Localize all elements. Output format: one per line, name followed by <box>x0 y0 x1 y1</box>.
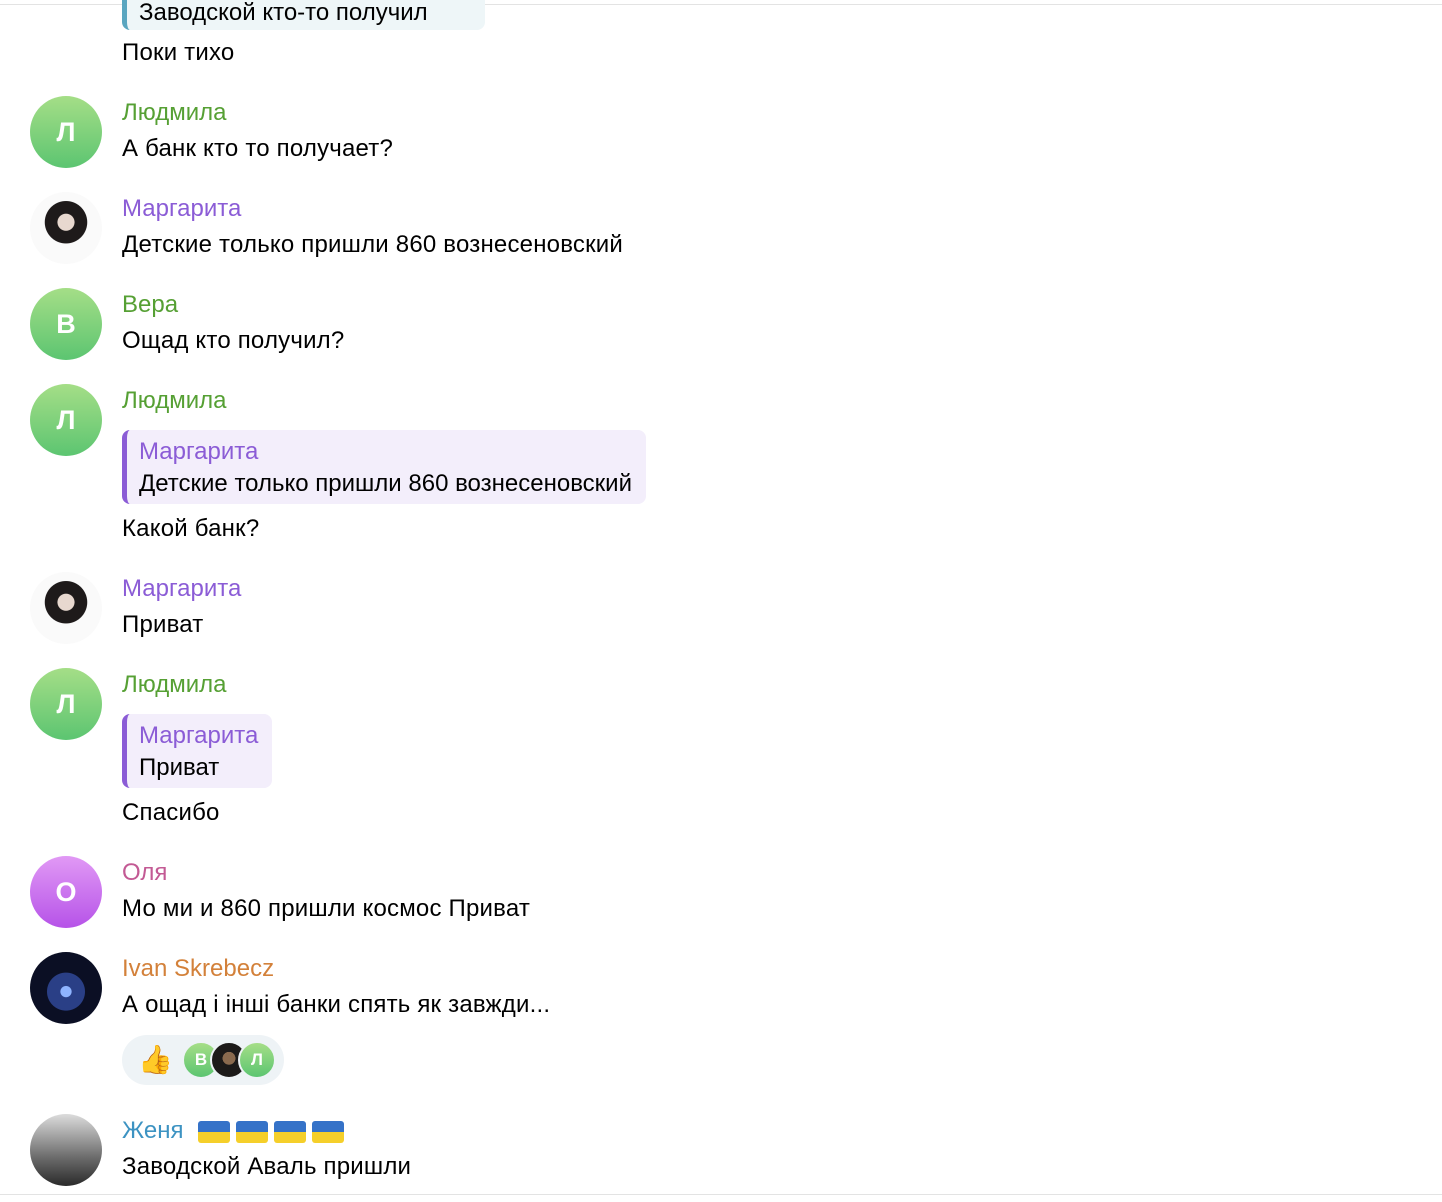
message-author[interactable]: Людмила <box>122 386 226 416</box>
message-text: Поки тихо <box>122 39 235 66</box>
thumbs-up-icon: 👍 <box>138 1044 173 1075</box>
avatar[interactable]: Л <box>30 668 102 740</box>
message-author[interactable]: Людмила <box>122 670 226 700</box>
reply-quote-text: Детские только пришли 860 вознесеновский <box>139 470 632 497</box>
message-text: А банк кто то получает? <box>122 135 394 162</box>
message-text: Мо ми и 860 пришли космос Приват <box>122 895 531 922</box>
reaction-pill[interactable]: 👍 В Л <box>122 1035 284 1085</box>
message-text: Спасибо <box>122 799 220 826</box>
reply-quote-text: Заводской кто-то получил <box>139 0 428 26</box>
avatar[interactable] <box>30 1114 102 1186</box>
message-author[interactable]: Женя <box>122 1116 345 1146</box>
message-text: Ощад кто получил? <box>122 327 345 354</box>
ukraine-flag-icon <box>198 1120 231 1143</box>
message-text: Какой банк? <box>122 515 260 542</box>
reply-quote[interactable]: Маргарита Детские только пришли 860 возн… <box>122 430 646 504</box>
message-author[interactable]: Оля <box>122 858 167 888</box>
ukraine-flags <box>198 1120 345 1143</box>
message-author[interactable]: Маргарита <box>122 194 241 224</box>
ukraine-flag-icon <box>236 1120 269 1143</box>
avatar[interactable]: В <box>30 288 102 360</box>
avatar[interactable]: Л <box>30 384 102 456</box>
message-text: Заводской Аваль пришли <box>122 1153 412 1180</box>
message-author[interactable]: Вера <box>122 290 178 320</box>
reply-quote-author: Маргарита <box>139 438 259 465</box>
avatar[interactable] <box>30 572 102 644</box>
author-name-text: Женя <box>122 1117 184 1144</box>
bottom-divider <box>0 1194 1442 1195</box>
message-author[interactable]: Маргарита <box>122 574 241 604</box>
message-text: Приват <box>122 611 204 638</box>
reply-quote-author: Маргарита <box>139 722 259 749</box>
message-author[interactable]: Людмила <box>122 98 226 128</box>
ukraine-flag-icon <box>312 1120 345 1143</box>
reply-quote-text: Приват <box>139 754 220 781</box>
message-text: Детские только пришли 860 вознесеновский <box>122 231 623 258</box>
avatar[interactable]: О <box>30 856 102 928</box>
reaction-user-avatar: Л <box>238 1041 276 1079</box>
message-text: А ощад і інші банки спять як завжди... <box>122 991 551 1018</box>
avatar[interactable] <box>30 192 102 264</box>
avatar[interactable]: Л <box>30 96 102 168</box>
reply-quote[interactable]: Маргарита Приват <box>122 714 273 788</box>
avatar[interactable] <box>30 952 102 1024</box>
message-author[interactable]: Ivan Skrebecz <box>122 954 274 984</box>
reply-quote-partial[interactable]: Заводской кто-то получил <box>122 0 485 30</box>
ukraine-flag-icon <box>274 1120 307 1143</box>
